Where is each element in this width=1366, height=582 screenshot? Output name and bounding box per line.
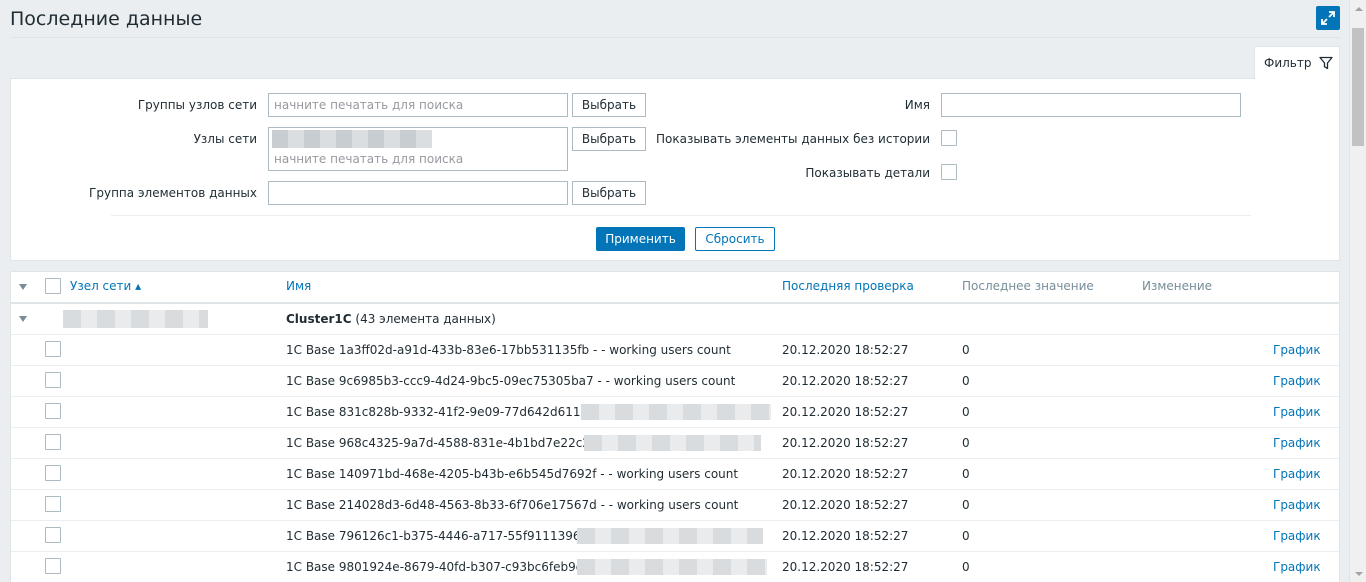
- row-last-value: 0: [962, 529, 970, 543]
- row-last-value: 0: [962, 343, 970, 357]
- row-checkbox[interactable]: [45, 434, 61, 450]
- row-last-value: 0: [962, 405, 970, 419]
- host-groups-label: Группы узлов сети: [137, 98, 257, 112]
- fullscreen-icon: [1321, 11, 1335, 25]
- row-name: 1C Base 796126c1-b375-4446-a717-55f91113…: [286, 529, 601, 543]
- row-checkbox[interactable]: [45, 558, 61, 574]
- column-change: Изменение: [1142, 279, 1213, 293]
- host-groups-input[interactable]: [268, 93, 568, 117]
- title-divider: [10, 37, 1340, 38]
- collapse-all-icon[interactable]: [19, 284, 27, 290]
- filter-divider: [111, 215, 1251, 216]
- row-checkbox[interactable]: [45, 372, 61, 388]
- row-last-check: 20.12.2020 18:52:27: [782, 374, 909, 388]
- redacted-host-name: [63, 310, 208, 328]
- graph-link[interactable]: График: [1273, 560, 1321, 574]
- scrollbar-thumb[interactable]: [1352, 28, 1364, 146]
- show-without-history-checkbox[interactable]: [941, 130, 957, 146]
- row-last-check: 20.12.2020 18:52:27: [782, 343, 909, 357]
- redacted-text: [577, 559, 767, 575]
- row-last-value: 0: [962, 374, 970, 388]
- hosts-select-button[interactable]: Выбрать: [572, 127, 646, 151]
- graph-link[interactable]: График: [1273, 529, 1321, 543]
- filter-tab[interactable]: Фильтр: [1254, 46, 1340, 79]
- hosts-placeholder: начните печатать для поиска: [274, 152, 464, 166]
- graph-link[interactable]: График: [1273, 467, 1321, 481]
- column-last-value: Последнее значение: [962, 279, 1094, 293]
- reset-button[interactable]: Сбросить: [695, 227, 775, 251]
- hosts-multiselect[interactable]: начните печатать для поиска: [268, 127, 568, 171]
- row-checkbox[interactable]: [45, 527, 61, 543]
- row-last-check: 20.12.2020 18:52:27: [782, 498, 909, 512]
- app-group-label: Группа элементов данных: [89, 186, 257, 200]
- column-name[interactable]: Имя: [286, 279, 311, 293]
- app-group-select-button[interactable]: Выбрать: [572, 181, 646, 205]
- row-last-value: 0: [962, 467, 970, 481]
- row-last-check: 20.12.2020 18:52:27: [782, 467, 909, 481]
- filter-tab-label: Фильтр: [1264, 56, 1312, 70]
- table-row: 1C Base 214028d3-6d48-4563-8b33-6f706e17…: [11, 490, 1339, 521]
- table-row: 1C Base 1a3ff02d-a91d-433b-83e6-17bb5311…: [11, 335, 1339, 366]
- graph-link[interactable]: График: [1273, 374, 1321, 388]
- row-last-check: 20.12.2020 18:52:27: [782, 405, 909, 419]
- row-last-check: 20.12.2020 18:52:27: [782, 529, 909, 543]
- latest-data-table: Узел сети ▴ Имя Последняя проверка После…: [10, 271, 1340, 582]
- row-name: 1C Base 9c6985b3-ccc9-4d24-9bc5-09ec7530…: [286, 374, 736, 388]
- table-row: 1C Base 796126c1-b375-4446-a717-55f91113…: [11, 521, 1339, 552]
- fullscreen-button[interactable]: [1316, 6, 1340, 30]
- hosts-label: Узлы сети: [193, 132, 257, 146]
- host-groups-select-button[interactable]: Выбрать: [572, 93, 646, 117]
- redacted-text: [581, 404, 771, 420]
- scroll-down-icon[interactable]: [1350, 565, 1366, 582]
- table-row: 1C Base 968c4325-9a7d-4588-831e-4b1bd7e2…: [11, 428, 1339, 459]
- row-last-value: 0: [962, 560, 970, 574]
- graph-link[interactable]: График: [1273, 436, 1321, 450]
- row-checkbox[interactable]: [45, 496, 61, 512]
- redacted-text: [584, 435, 761, 451]
- graph-link[interactable]: График: [1273, 498, 1321, 512]
- row-name: 1C Base 968c4325-9a7d-4588-831e-4b1bd7e2…: [286, 436, 606, 450]
- column-last-check[interactable]: Последняя проверка: [782, 279, 914, 293]
- row-last-value: 0: [962, 498, 970, 512]
- row-name: 1C Base 831c828b-9332-41f2-9e09-77d642d6…: [286, 405, 604, 419]
- table-row: 1C Base 9c6985b3-ccc9-4d24-9bc5-09ec7530…: [11, 366, 1339, 397]
- show-details-checkbox[interactable]: [941, 164, 957, 180]
- row-name: 1C Base 1a3ff02d-a91d-433b-83e6-17bb5311…: [286, 343, 731, 357]
- name-input[interactable]: [941, 93, 1241, 117]
- row-name: 1C Base 9801924e-8679-40fd-b307-c93bc6fe…: [286, 560, 599, 574]
- show-without-history-label: Показывать элементы данных без истории: [656, 132, 930, 146]
- name-label: Имя: [904, 98, 930, 112]
- scroll-up-icon[interactable]: [1350, 0, 1366, 17]
- row-last-check: 20.12.2020 18:52:27: [782, 560, 909, 574]
- table-row: 1C Base 831c828b-9332-41f2-9e09-77d642d6…: [11, 397, 1339, 428]
- group-row: Cluster1C (43 элемента данных): [11, 304, 1339, 335]
- filter-panel: Группы узлов сети Выбрать Узлы сети начн…: [10, 78, 1340, 261]
- row-last-check: 20.12.2020 18:52:27: [782, 436, 909, 450]
- table-row: 1C Base 9801924e-8679-40fd-b307-c93bc6fe…: [11, 552, 1339, 582]
- selected-host-chip[interactable]: [272, 130, 432, 148]
- graph-link[interactable]: График: [1273, 405, 1321, 419]
- apply-button[interactable]: Применить: [596, 227, 685, 251]
- row-checkbox[interactable]: [45, 341, 61, 357]
- row-name: 1C Base 140971bd-468e-4205-b43b-e6b545d7…: [286, 467, 739, 481]
- row-checkbox[interactable]: [45, 403, 61, 419]
- table-row: 1C Base 140971bd-468e-4205-b43b-e6b545d7…: [11, 459, 1339, 490]
- filter-icon: [1319, 56, 1334, 70]
- row-last-value: 0: [962, 436, 970, 450]
- row-name: 1C Base 214028d3-6d48-4563-8b33-6f706e17…: [286, 498, 739, 512]
- page-title: Последние данные: [10, 8, 203, 30]
- redacted-text: [577, 528, 763, 544]
- column-host[interactable]: Узел сети ▴: [70, 279, 141, 293]
- select-all-checkbox[interactable]: [45, 278, 61, 294]
- row-checkbox[interactable]: [45, 465, 61, 481]
- group-count: (43 элемента данных): [355, 312, 496, 326]
- page-scrollbar[interactable]: [1349, 0, 1366, 582]
- app-group-input[interactable]: [268, 181, 568, 205]
- group-name: Cluster1C: [286, 312, 352, 326]
- graph-link[interactable]: График: [1273, 343, 1321, 357]
- collapse-group-icon[interactable]: [19, 316, 27, 322]
- show-details-label: Показывать детали: [805, 166, 930, 180]
